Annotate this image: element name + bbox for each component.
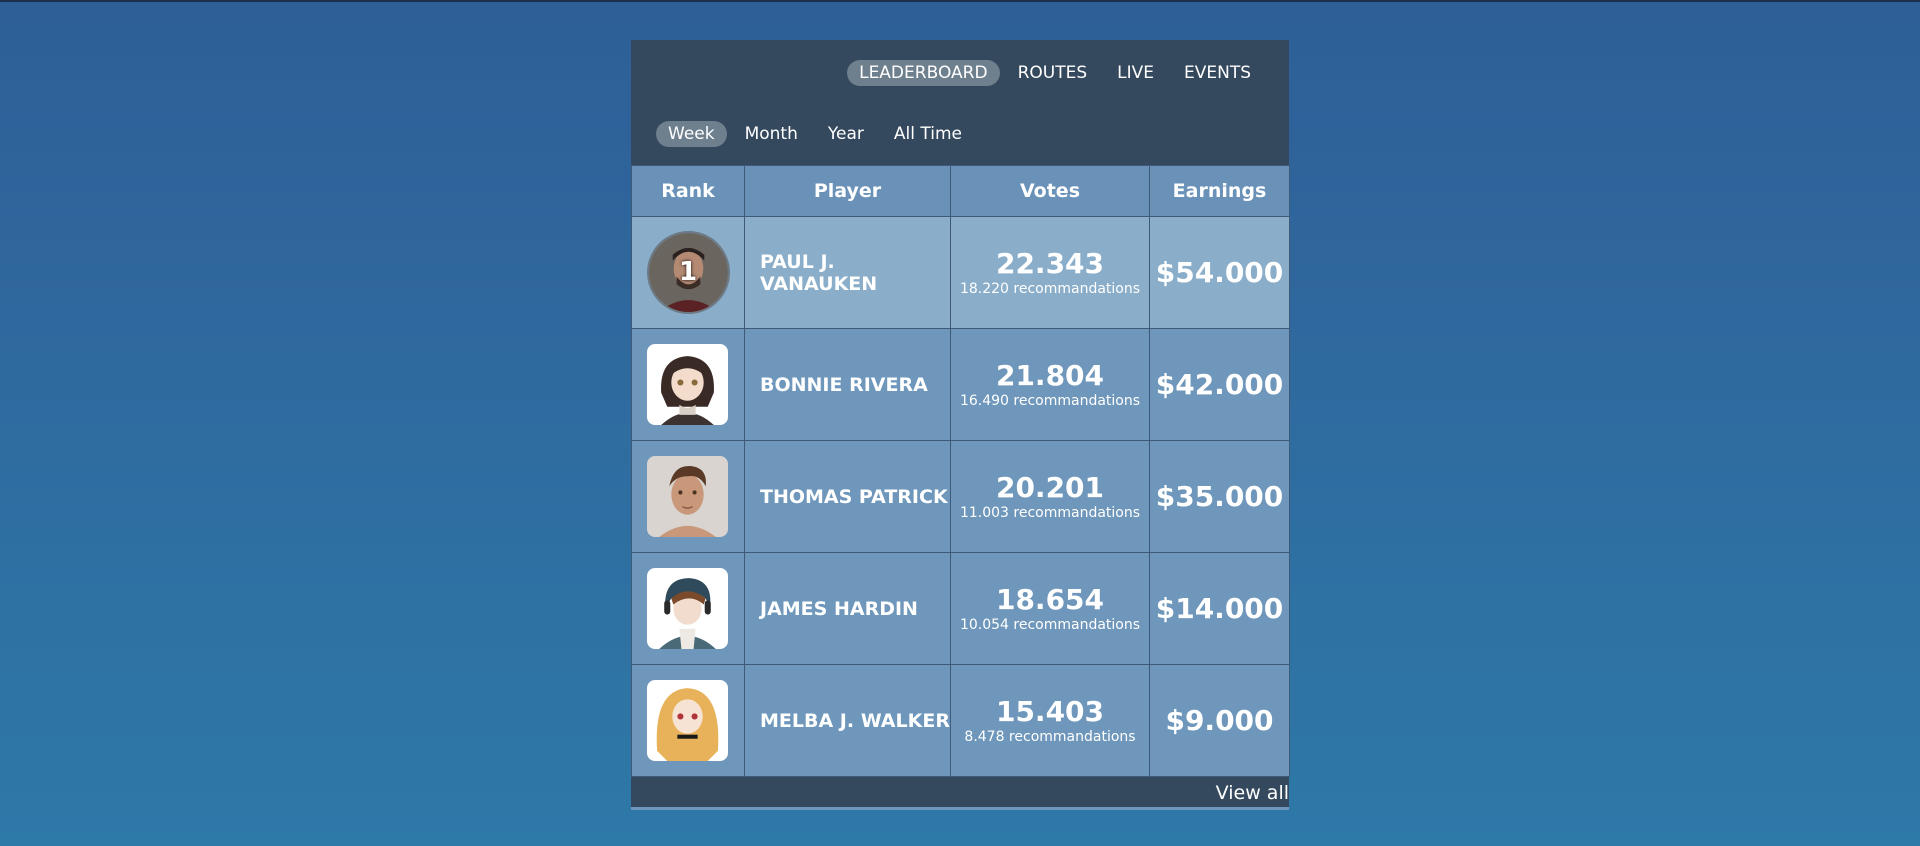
view-all-link[interactable]: View all xyxy=(1216,782,1289,804)
earnings-value: $9.000 xyxy=(1149,664,1290,777)
header-votes[interactable]: Votes xyxy=(950,165,1150,217)
rank-cell: 1 xyxy=(631,216,745,329)
votes-cell: 21.804 16.490 recommandations xyxy=(950,328,1150,441)
player-name[interactable]: BONNIE RIVERA xyxy=(744,328,951,441)
rank-cell xyxy=(631,552,745,665)
man-portrait-avatar-icon[interactable] xyxy=(647,456,728,537)
period-filter: Week Month Year All Time xyxy=(656,121,974,147)
nav-events[interactable]: EVENTS xyxy=(1172,60,1263,86)
earnings-value: $54.000 xyxy=(1149,216,1290,329)
votes-count: 20.201 xyxy=(995,470,1105,504)
recommendations-count: 10.054 recommandations xyxy=(959,616,1141,633)
player-name[interactable]: THOMAS PATRICK xyxy=(744,440,951,553)
period-week[interactable]: Week xyxy=(656,121,727,147)
nav-live[interactable]: LIVE xyxy=(1105,60,1166,86)
rank-cell xyxy=(631,440,745,553)
earnings-value: $42.000 xyxy=(1149,328,1290,441)
votes-count: 21.804 xyxy=(995,358,1105,392)
rank-cell xyxy=(631,328,745,441)
table-row[interactable]: JAMES HARDIN 18.654 10.054 recommandatio… xyxy=(631,552,1290,665)
votes-count: 18.654 xyxy=(995,582,1105,616)
recommendations-count: 18.220 recommandations xyxy=(959,280,1141,297)
period-all-time[interactable]: All Time xyxy=(882,121,974,147)
votes-cell: 20.201 11.003 recommandations xyxy=(950,440,1150,553)
anime-girl-avatar-icon[interactable] xyxy=(647,344,728,425)
votes-count: 22.343 xyxy=(995,246,1105,280)
recommendations-count: 8.478 recommandations xyxy=(964,728,1136,745)
player-name[interactable]: PAUL J. VANAUKEN xyxy=(744,216,951,329)
votes-count: 15.403 xyxy=(995,694,1105,728)
anime-blonde-girl-avatar-icon[interactable] xyxy=(647,680,728,761)
table-row[interactable]: THOMAS PATRICK 20.201 11.003 recommandat… xyxy=(631,440,1290,553)
panel-footer: View all xyxy=(631,777,1289,807)
nav-leaderboard[interactable]: LEADERBOARD xyxy=(847,60,1000,86)
earnings-value: $14.000 xyxy=(1149,552,1290,665)
header-player[interactable]: Player xyxy=(744,165,951,217)
rank-number: 1 xyxy=(678,257,698,287)
votes-cell: 18.654 10.054 recommandations xyxy=(950,552,1150,665)
table-header-row: Rank Player Votes Earnings xyxy=(631,165,1290,217)
table-row[interactable]: 1 PAUL J. VANAUKEN 22.343 18.220 recomma… xyxy=(631,216,1290,329)
votes-cell: 15.403 8.478 recommandations xyxy=(950,664,1150,777)
player-name[interactable]: JAMES HARDIN xyxy=(744,552,951,665)
header-rank[interactable]: Rank xyxy=(631,165,745,217)
recommendations-count: 16.490 recommandations xyxy=(959,392,1141,409)
rank-cell xyxy=(631,664,745,777)
earnings-value: $35.000 xyxy=(1149,440,1290,553)
period-month[interactable]: Month xyxy=(733,121,810,147)
header-earnings[interactable]: Earnings xyxy=(1149,165,1290,217)
leaderboard-table: Rank Player Votes Earnings 1 PAUL J. VAN… xyxy=(631,165,1290,777)
table-row[interactable]: BONNIE RIVERA 21.804 16.490 recommandati… xyxy=(631,328,1290,441)
period-year[interactable]: Year xyxy=(816,121,876,147)
leaderboard-panel: LEADERBOARD ROUTES LIVE EVENTS Week Mont… xyxy=(631,40,1290,810)
nav-routes[interactable]: ROUTES xyxy=(1006,60,1100,86)
recommendations-count: 11.003 recommandations xyxy=(959,504,1141,521)
anime-boy-avatar-icon[interactable] xyxy=(647,568,728,649)
table-row[interactable]: MELBA J. WALKER 15.403 8.478 recommandat… xyxy=(631,664,1290,777)
votes-cell: 22.343 18.220 recommandations xyxy=(950,216,1150,329)
panel-header: LEADERBOARD ROUTES LIVE EVENTS Week Mont… xyxy=(631,40,1289,165)
player-name[interactable]: MELBA J. WALKER xyxy=(744,664,951,777)
main-nav: LEADERBOARD ROUTES LIVE EVENTS xyxy=(847,60,1263,86)
